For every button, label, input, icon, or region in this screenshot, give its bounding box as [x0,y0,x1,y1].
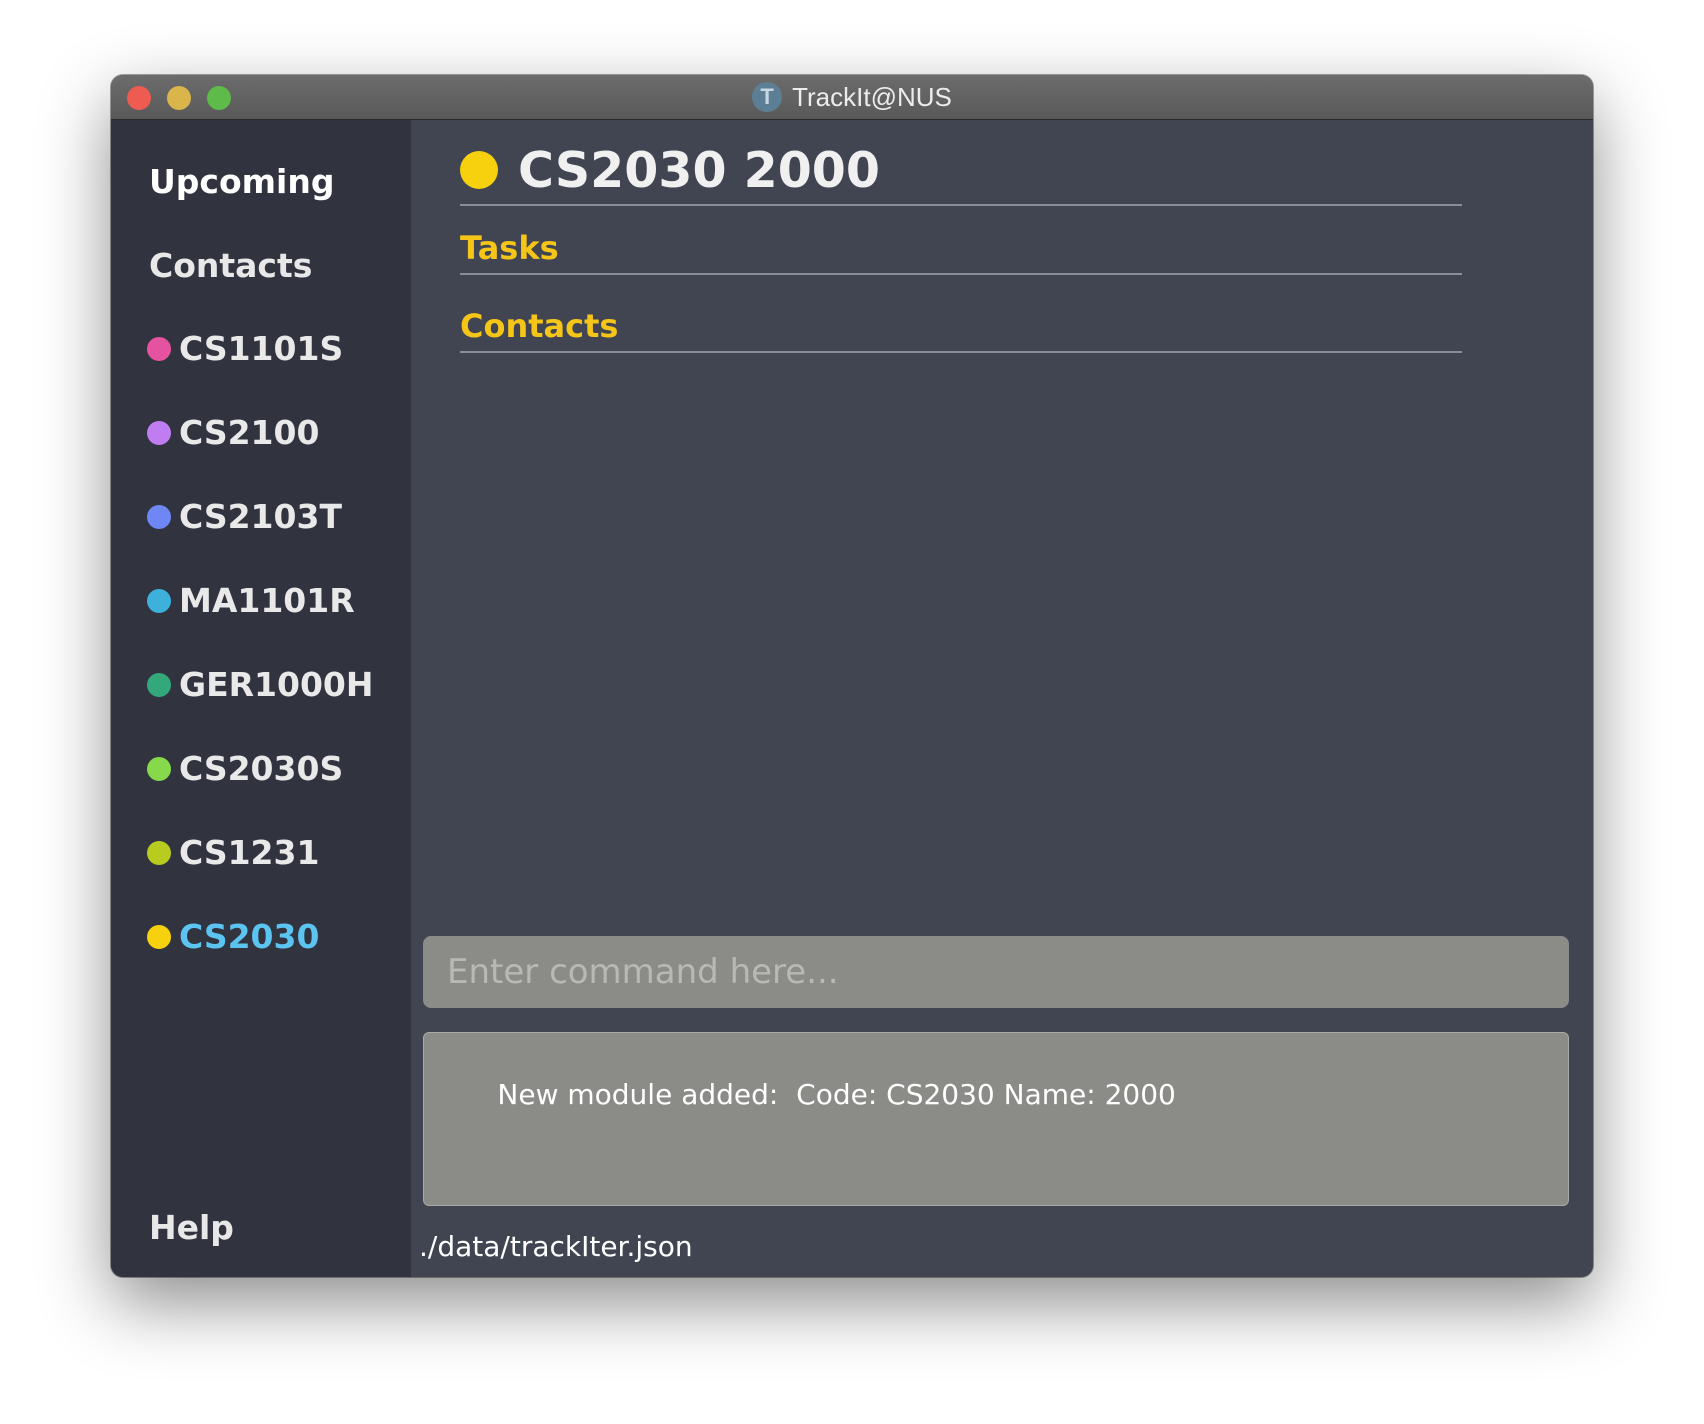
main-panel: CS2030 2000 Tasks Contacts New module ad… [411,120,1593,1277]
module-color-dot-icon [147,504,171,529]
module-color-dot-icon [147,756,171,781]
app-window: T TrackIt@NUS Upcoming Contacts CS1101S … [111,75,1593,1277]
module-code-label: CS2100 [179,413,320,452]
module-title: CS2030 2000 [518,141,880,199]
result-display: New module added: Code: CS2030 Name: 200… [423,1032,1569,1206]
module-color-dot-icon [147,420,171,445]
sidebar-module-item[interactable]: CS1101S [147,329,343,368]
sidebar-module-item-active[interactable]: CS2030 [147,917,319,956]
module-color-dot-icon [147,924,171,949]
status-bar-file-path: ./data/trackIter.json [419,1230,693,1263]
section-contacts[interactable]: Contacts [460,307,1462,353]
result-text: New module added: Code: CS2030 Name: 200… [497,1078,1176,1111]
title-bar[interactable]: T TrackIt@NUS [111,75,1593,120]
section-tasks[interactable]: Tasks [460,229,1462,275]
module-color-dot-icon [147,588,171,613]
app-icon: T [752,82,783,112]
module-color-dot-icon [147,840,171,865]
module-code-label: CS2103T [179,497,342,536]
command-box [423,936,1569,1008]
sidebar: Upcoming Contacts CS1101S CS2100 CS2103T… [111,120,411,1277]
module-color-dot-icon [147,672,171,697]
section-tasks-label: Tasks [460,229,559,267]
module-header: CS2030 2000 [460,136,1462,206]
sidebar-module-item[interactable]: CS2103T [147,497,342,536]
module-code-label: CS1101S [179,329,344,368]
sidebar-module-item[interactable]: CS2030S [147,749,343,788]
window-title: TrackIt@NUS [792,81,952,112]
sidebar-item-contacts[interactable]: Contacts [149,246,312,285]
title-wrap: T TrackIt@NUS [111,75,1593,119]
sidebar-module-item[interactable]: CS1231 [147,833,319,872]
module-code-label: MA1101R [179,581,355,620]
module-code-label: CS2030S [179,749,344,788]
command-input[interactable] [445,951,1547,993]
module-code-label: GER1000H [179,665,374,704]
section-contacts-label: Contacts [460,307,619,345]
sidebar-module-item[interactable]: GER1000H [147,665,374,704]
module-code-label: CS1231 [179,833,320,872]
sidebar-module-item[interactable]: MA1101R [147,581,355,620]
sidebar-module-item[interactable]: CS2100 [147,413,319,452]
sidebar-item-help[interactable]: Help [149,1208,234,1247]
module-color-dot-icon [460,151,498,189]
module-color-dot-icon [147,336,171,361]
module-code-label: CS2030 [179,917,320,956]
sidebar-item-upcoming[interactable]: Upcoming [149,162,334,201]
